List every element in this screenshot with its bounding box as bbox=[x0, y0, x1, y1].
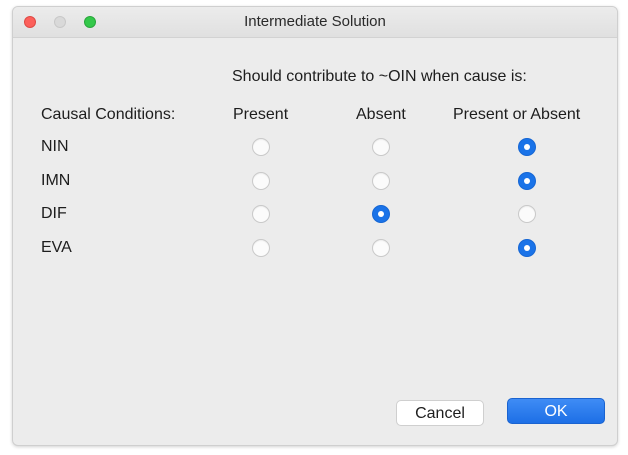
radio-imn-present-or-absent[interactable] bbox=[518, 172, 536, 190]
title-bar: Intermediate Solution bbox=[13, 7, 617, 38]
radio-dif-present-or-absent[interactable] bbox=[518, 205, 536, 223]
radio-dif-absent[interactable] bbox=[372, 205, 390, 223]
condition-label-dif: DIF bbox=[41, 205, 67, 222]
absent-column-header: Absent bbox=[356, 106, 406, 123]
radio-imn-absent[interactable] bbox=[372, 172, 390, 190]
radio-nin-present-or-absent[interactable] bbox=[518, 138, 536, 156]
radio-imn-present[interactable] bbox=[252, 172, 270, 190]
radio-eva-present[interactable] bbox=[252, 239, 270, 257]
window-title: Intermediate Solution bbox=[244, 13, 386, 30]
condition-label-nin: NIN bbox=[41, 138, 69, 155]
ok-button[interactable]: OK bbox=[507, 398, 605, 424]
radio-nin-absent[interactable] bbox=[372, 138, 390, 156]
present-column-header: Present bbox=[233, 106, 289, 123]
radio-nin-present[interactable] bbox=[252, 138, 270, 156]
causal-conditions-header: Causal Conditions: bbox=[41, 106, 176, 123]
cancel-button[interactable]: Cancel bbox=[396, 400, 484, 426]
radio-eva-present-or-absent[interactable] bbox=[518, 239, 536, 257]
radio-eva-absent[interactable] bbox=[372, 239, 390, 257]
condition-label-imn: IMN bbox=[41, 172, 71, 189]
dialog-window: Intermediate Solution Should contribute … bbox=[12, 6, 618, 446]
radio-dif-present[interactable] bbox=[252, 205, 270, 223]
instruction-text: Should contribute to ~OIN when cause is: bbox=[232, 68, 527, 85]
condition-label-eva: EVA bbox=[41, 239, 72, 256]
present-or-absent-column-header: Present or Absent bbox=[453, 106, 581, 123]
